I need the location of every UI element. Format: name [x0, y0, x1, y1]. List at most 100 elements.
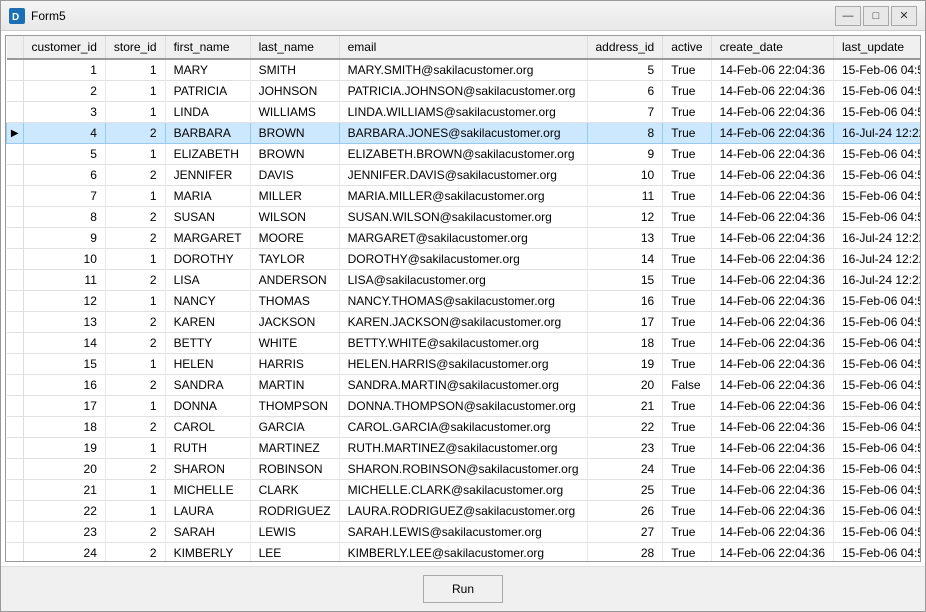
table-row[interactable]: 71MARIAMILLERMARIA.MILLER@sakilacustomer… [7, 186, 922, 207]
row-indicator [7, 270, 24, 291]
table-cell: 22 [23, 501, 105, 522]
table-row[interactable]: 51ELIZABETHBROWNELIZABETH.BROWN@sakilacu… [7, 144, 922, 165]
main-window: D Form5 — □ ✕ customer_id store_id first… [0, 0, 926, 612]
table-cell: 27 [587, 522, 663, 543]
run-button[interactable]: Run [423, 575, 503, 603]
row-indicator [7, 207, 24, 228]
table-row[interactable]: 191RUTHMARTINEZRUTH.MARTINEZ@sakilacusto… [7, 438, 922, 459]
table-cell: ELIZABETH [165, 144, 250, 165]
table-cell: 14-Feb-06 22:04:36 [711, 480, 833, 501]
table-cell: RODRIGUEZ [250, 501, 339, 522]
table-row[interactable]: 11MARYSMITHMARY.SMITH@sakilacustomer.org… [7, 59, 922, 81]
row-indicator [7, 102, 24, 123]
table-cell: 1 [105, 501, 165, 522]
col-header-email[interactable]: email [339, 36, 587, 59]
table-cell: 9 [587, 144, 663, 165]
table-cell: JENNIFER [165, 165, 250, 186]
table-row[interactable]: 62JENNIFERDAVISJENNIFER.DAVIS@sakilacust… [7, 165, 922, 186]
table-row[interactable]: 82SUSANWILSONSUSAN.WILSON@sakilacustomer… [7, 207, 922, 228]
table-cell: RUTH [165, 438, 250, 459]
table-row[interactable]: 101DOROTHYTAYLORDOROTHY@sakilacustomer.o… [7, 249, 922, 270]
table-cell: 24 [23, 543, 105, 563]
row-indicator [7, 59, 24, 81]
table-cell: 23 [23, 522, 105, 543]
table-cell: 14 [23, 333, 105, 354]
table-row[interactable]: ▶42BARBARABROWNBARBARA.JONES@sakilacusto… [7, 123, 922, 144]
row-indicator [7, 522, 24, 543]
table-cell: 15-Feb-06 04:57:20 [834, 102, 922, 123]
col-header-store-id[interactable]: store_id [105, 36, 165, 59]
table-cell: WILLIAMS [250, 102, 339, 123]
table-row[interactable]: 121NANCYTHOMASNANCY.THOMAS@sakilacustome… [7, 291, 922, 312]
table-cell: 15-Feb-06 04:57:20 [834, 144, 922, 165]
col-header-customer-id[interactable]: customer_id [23, 36, 105, 59]
table-cell: True [663, 102, 711, 123]
table-row[interactable]: 132KARENJACKSONKAREN.JACKSON@sakilacusto… [7, 312, 922, 333]
table-header-row: customer_id store_id first_name last_nam… [7, 36, 922, 59]
table-row[interactable]: 162SANDRAMARTINSANDRA.MARTIN@sakilacusto… [7, 375, 922, 396]
table-cell: 11 [23, 270, 105, 291]
table-row[interactable]: 142BETTYWHITEBETTY.WHITE@sakilacustomer.… [7, 333, 922, 354]
table-cell: 15 [587, 270, 663, 291]
table-cell: 14-Feb-06 22:04:36 [711, 501, 833, 522]
table-row[interactable]: 182CAROLGARCIACAROL.GARCIA@sakilacustome… [7, 417, 922, 438]
close-button[interactable]: ✕ [891, 6, 917, 26]
table-row[interactable]: 211MICHELLECLARKMICHELLE.CLARK@sakilacus… [7, 480, 922, 501]
table-cell: DOROTHY@sakilacustomer.org [339, 249, 587, 270]
table-cell: MARGARET [165, 228, 250, 249]
table-cell: True [663, 81, 711, 102]
table-cell: DAVIS [250, 165, 339, 186]
col-header-active[interactable]: active [663, 36, 711, 59]
table-cell: 14-Feb-06 22:04:36 [711, 144, 833, 165]
table-cell: 15-Feb-06 04:57:20 [834, 165, 922, 186]
table-cell: 1 [105, 396, 165, 417]
table-cell: SANDRA.MARTIN@sakilacustomer.org [339, 375, 587, 396]
table-cell: BARBARA.JONES@sakilacustomer.org [339, 123, 587, 144]
col-header-create-date[interactable]: create_date [711, 36, 833, 59]
row-indicator [7, 417, 24, 438]
table-cell: MILLER [250, 186, 339, 207]
table-row[interactable]: 31LINDAWILLIAMSLINDA.WILLIAMS@sakilacust… [7, 102, 922, 123]
table-cell: 1 [105, 249, 165, 270]
table-cell: 6 [23, 165, 105, 186]
table-cell: 16 [23, 375, 105, 396]
table-row[interactable]: 21PATRICIAJOHNSONPATRICIA.JOHNSON@sakila… [7, 81, 922, 102]
table-row[interactable]: 242KIMBERLYLEEKIMBERLY.LEE@sakilacustome… [7, 543, 922, 563]
table-row[interactable]: 151HELENHARRISHELEN.HARRIS@sakilacustome… [7, 354, 922, 375]
col-header-address-id[interactable]: address_id [587, 36, 663, 59]
col-header-last-name[interactable]: last_name [250, 36, 339, 59]
window-controls: — □ ✕ [835, 6, 917, 26]
table-row[interactable]: 171DONNATHOMPSONDONNA.THOMPSON@sakilacus… [7, 396, 922, 417]
table-cell: 1 [23, 59, 105, 81]
col-header-first-name[interactable]: first_name [165, 36, 250, 59]
col-header-last-update[interactable]: last_update [834, 36, 922, 59]
table-cell: 16-Jul-24 12:22:21 [834, 228, 922, 249]
table-row[interactable]: 232SARAHLEWISSARAH.LEWIS@sakilacustomer.… [7, 522, 922, 543]
table-cell: 15 [23, 354, 105, 375]
row-indicator [7, 249, 24, 270]
row-indicator [7, 312, 24, 333]
table-cell: SUSAN [165, 207, 250, 228]
table-row[interactable]: 202SHARONROBINSONSHARON.ROBINSON@sakilac… [7, 459, 922, 480]
table-cell: True [663, 501, 711, 522]
table-row[interactable]: 221LAURARODRIGUEZLAURA.RODRIGUEZ@sakilac… [7, 501, 922, 522]
table-cell: MARIA.MILLER@sakilacustomer.org [339, 186, 587, 207]
table-cell: 21 [587, 396, 663, 417]
table-cell: 15-Feb-06 04:57:20 [834, 480, 922, 501]
table-cell: 15-Feb-06 04:57:20 [834, 354, 922, 375]
table-cell: 14-Feb-06 22:04:36 [711, 438, 833, 459]
table-cell: JENNIFER.DAVIS@sakilacustomer.org [339, 165, 587, 186]
table-cell: True [663, 270, 711, 291]
table-row[interactable]: 92MARGARETMOOREMARGARET@sakilacustomer.o… [7, 228, 922, 249]
minimize-button[interactable]: — [835, 6, 861, 26]
maximize-button[interactable]: □ [863, 6, 889, 26]
table-cell: 14-Feb-06 22:04:36 [711, 459, 833, 480]
table-cell: 15-Feb-06 04:57:20 [834, 375, 922, 396]
data-grid[interactable]: customer_id store_id first_name last_nam… [5, 35, 921, 562]
table-cell: TAYLOR [250, 249, 339, 270]
table-cell: 22 [587, 417, 663, 438]
table-cell: 2 [105, 417, 165, 438]
table-cell: 14-Feb-06 22:04:36 [711, 186, 833, 207]
table-row[interactable]: 112LISAANDERSONLISA@sakilacustomer.org15… [7, 270, 922, 291]
table-cell: SARAH [165, 522, 250, 543]
